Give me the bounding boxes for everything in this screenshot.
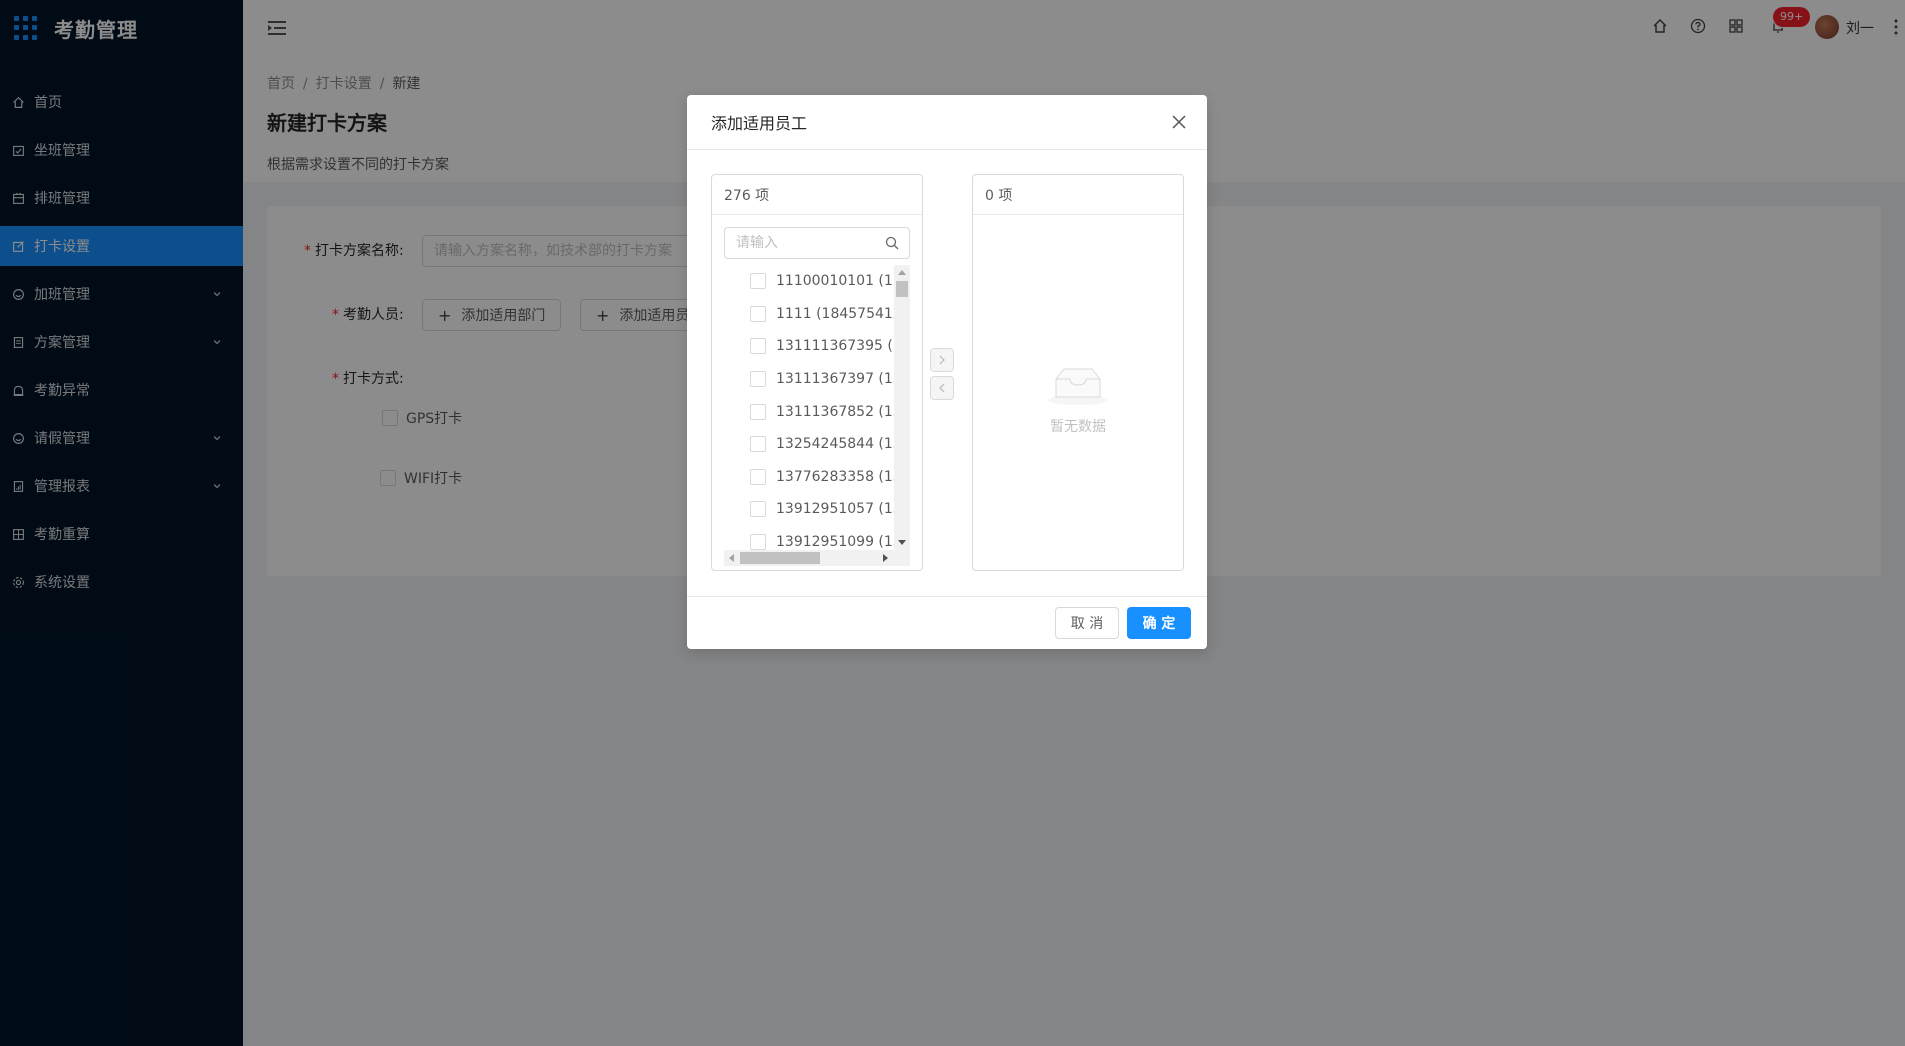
- chevron-right-icon: [939, 355, 945, 365]
- vertical-scrollbar[interactable]: [894, 265, 910, 550]
- item-label: 131111367395 (131111367395): [776, 338, 910, 355]
- ok-button[interactable]: 确 定: [1127, 607, 1191, 639]
- search-icon: [885, 236, 899, 250]
- modal-footer: 取 消 确 定: [687, 596, 1207, 649]
- item-checkbox[interactable]: [750, 403, 766, 420]
- modal-header: 添加适用员工: [687, 95, 1207, 150]
- chevron-left-icon: [939, 383, 945, 393]
- source-items: 11100010101 (11100010101) 1111 (184575412…: [712, 265, 910, 550]
- item-label: 13254245844 (13254245844): [776, 436, 910, 453]
- transfer-target-list: 0 项 暂无数据: [972, 174, 1184, 571]
- move-right-button[interactable]: [930, 348, 954, 372]
- item-checkbox[interactable]: [750, 338, 766, 355]
- source-search-input[interactable]: [724, 227, 910, 259]
- item-checkbox[interactable]: [750, 371, 766, 388]
- list-item[interactable]: 13111367852 (13111367852): [712, 395, 910, 428]
- item-checkbox[interactable]: [750, 534, 766, 550]
- item-checkbox[interactable]: [750, 273, 766, 290]
- cancel-button[interactable]: 取 消: [1055, 607, 1119, 639]
- list-item[interactable]: 13912951099 (13912951099): [712, 526, 910, 550]
- transfer-source-list: 276 项 11100010101 (11100010101) 1111 (184…: [711, 174, 923, 571]
- list-item[interactable]: 13776283358 (13776283358): [712, 461, 910, 494]
- list-item[interactable]: 13111367397 (13111367397): [712, 363, 910, 396]
- item-label: 13111367852 (13111367852): [776, 403, 910, 420]
- item-checkbox[interactable]: [750, 468, 766, 485]
- close-icon[interactable]: [1171, 114, 1187, 130]
- item-checkbox[interactable]: [750, 501, 766, 518]
- add-employee-modal: 添加适用员工 276 项 11100010101 (11100010101)11…: [687, 95, 1207, 649]
- empty-text: 暂无数据: [1050, 419, 1106, 435]
- list-item[interactable]: 1111 (18457541245): [712, 298, 910, 331]
- item-label: 1111 (18457541245): [776, 305, 910, 322]
- item-label: 13912951099 (13912951099): [776, 534, 910, 550]
- item-checkbox[interactable]: [750, 305, 766, 322]
- item-label: 11100010101 (11100010101): [776, 273, 910, 290]
- horizontal-scrollbar[interactable]: [724, 550, 910, 566]
- list-item[interactable]: 13912951057 (13912951057): [712, 493, 910, 526]
- empty-inbox-icon: [1048, 368, 1108, 405]
- item-checkbox[interactable]: [750, 436, 766, 453]
- transfer-operations: [930, 348, 954, 404]
- source-count: 276 项: [724, 187, 770, 204]
- target-list-header: 0 项: [973, 175, 1183, 215]
- item-label: 13912951057 (13912951057): [776, 501, 910, 518]
- item-label: 13111367397 (13111367397): [776, 371, 910, 388]
- list-item[interactable]: 11100010101 (11100010101): [712, 265, 910, 298]
- move-left-button[interactable]: [930, 376, 954, 400]
- item-label: 13776283358 (13776283358): [776, 468, 910, 485]
- source-list-header: 276 项: [712, 175, 922, 215]
- list-item[interactable]: 13254245844 (13254245844): [712, 428, 910, 461]
- target-count: 0 项: [985, 187, 1013, 204]
- empty-state: 暂无数据: [973, 365, 1183, 436]
- modal-title: 添加适用员工: [711, 114, 808, 133]
- list-item[interactable]: 131111367395 (131111367395): [712, 330, 910, 363]
